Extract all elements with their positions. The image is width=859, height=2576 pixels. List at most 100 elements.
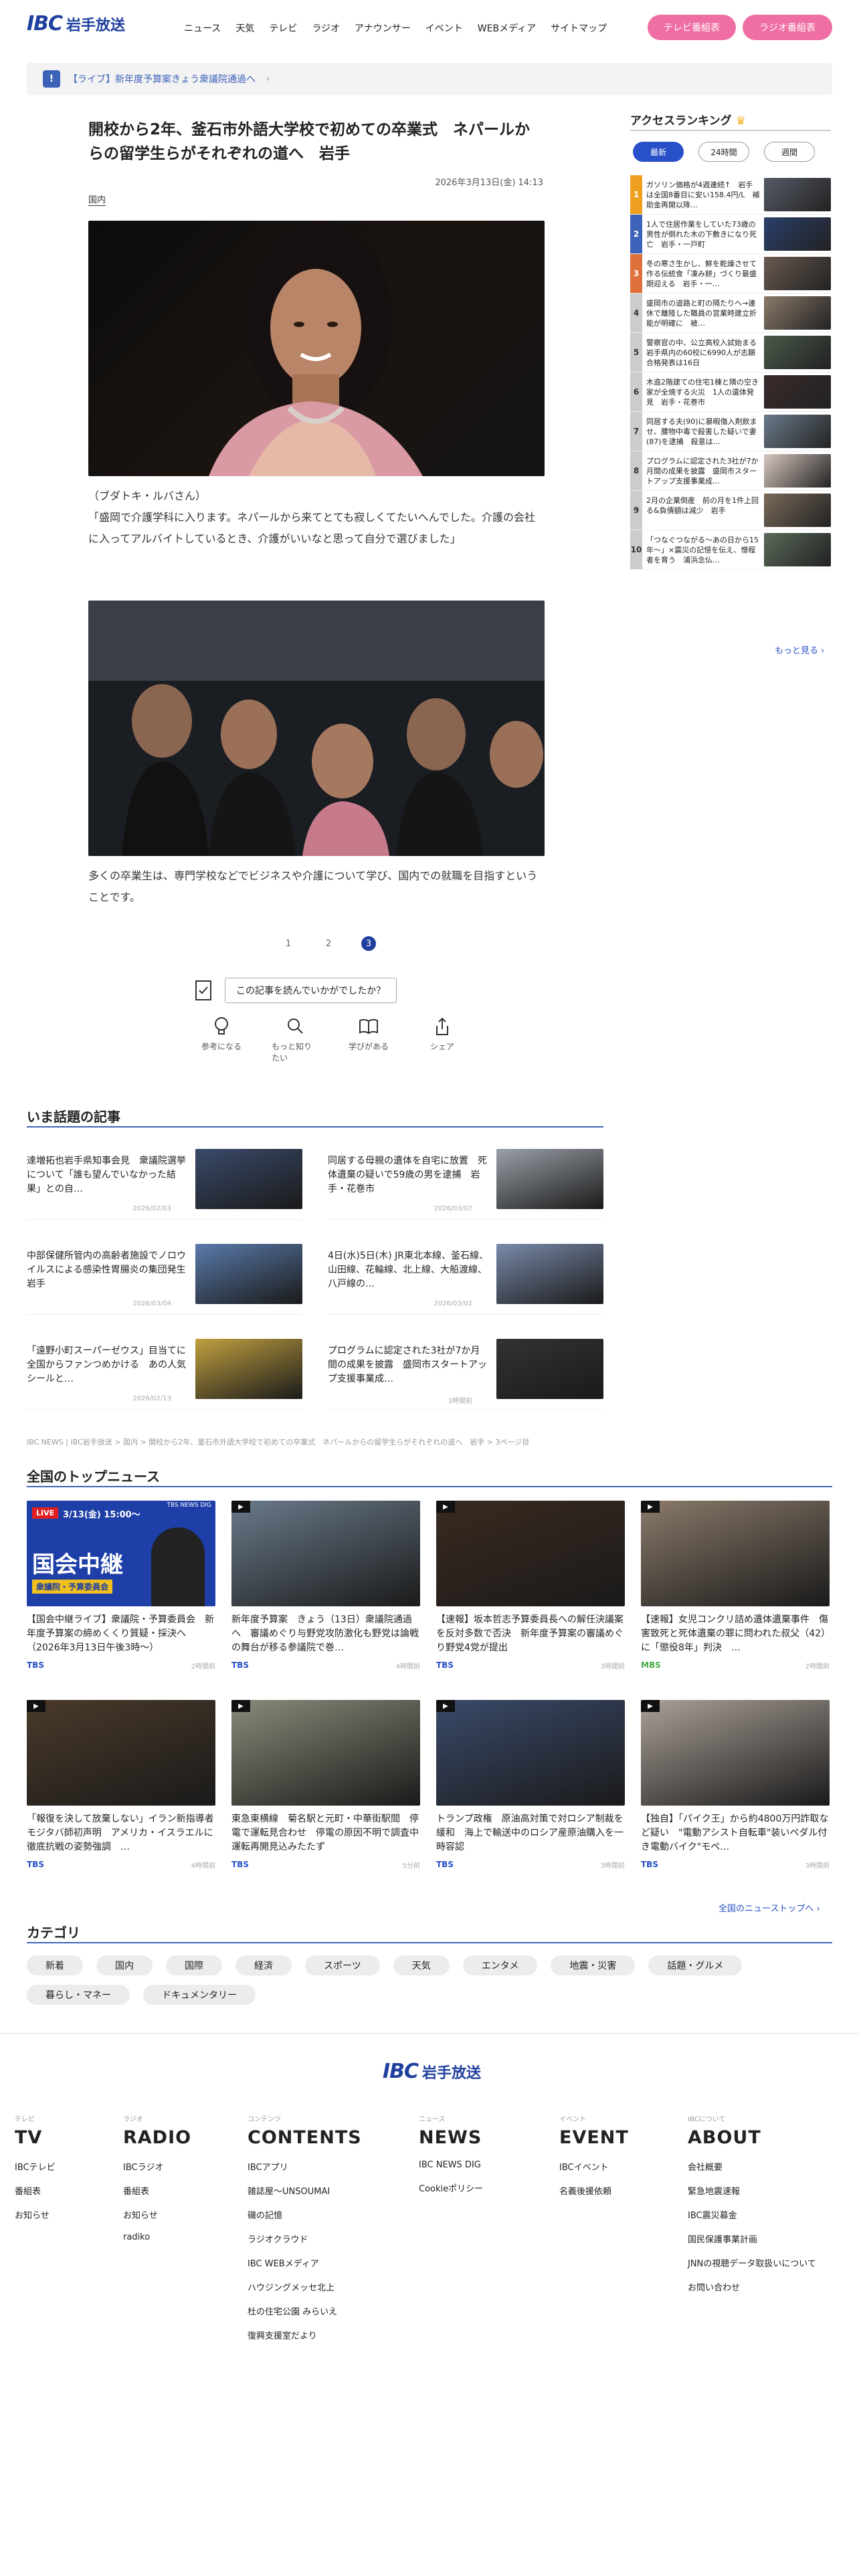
national-news-card[interactable]: ▶ 新年度予算案 きょう（13日）衆議院通過へ 審議めぐり与野党攻防激化も野党は論… xyxy=(231,1501,420,1671)
nav-webmedia[interactable]: WEBメディア xyxy=(478,21,536,35)
reaction-more-button[interactable]: もっと知りたい xyxy=(272,1016,318,1063)
nav-event[interactable]: イベント xyxy=(425,21,463,35)
footer-link[interactable]: 国民保護事業計画 xyxy=(688,2232,816,2245)
ranking-item[interactable]: 9 2月の企業倒産 前の月を1件上回る&負債額は減少 岩手 xyxy=(630,491,831,530)
live-banner[interactable]: ! 【ライブ】新年度予算案きょう衆議院通過へ › xyxy=(27,63,832,95)
footer-link[interactable]: 雑誌屋〜UNSOUMAI xyxy=(248,2184,362,2197)
share-button[interactable]: シェア xyxy=(419,1016,466,1063)
nav-weather[interactable]: 天気 xyxy=(235,21,254,35)
topic-item[interactable]: 「遠野小町スーパーゼウス」目当てに全国からファンつめかける あの人気シールと… 2… xyxy=(27,1339,302,1410)
radio-schedule-button[interactable]: ラジオ番組表 xyxy=(743,15,832,40)
ranking-item[interactable]: 4 盛岡市の道路と町の隔たりへ→連休で離陸した職員の営業時建立折能が明確に 被… xyxy=(630,294,831,333)
category-chip[interactable]: 話題・グルメ xyxy=(648,1955,743,1975)
national-news-card[interactable]: ▶ 【速報】坂本哲志予算委員長への解任決議案を反対多数で否決 新年度予算案の審議め… xyxy=(436,1501,625,1671)
topic-item[interactable]: 中部保健所管内の高齢者施設でノロウイルスによる感染性胃腸炎の集団発生 岩手 202… xyxy=(27,1244,302,1315)
tv-schedule-button[interactable]: テレビ番組表 xyxy=(648,15,736,40)
national-news-card[interactable]: ▶ 【速報】女児コンクリ詰め遺体遺棄事件 傷害致死と死体遺棄の罪に問われた叔父（4… xyxy=(641,1501,830,1671)
category-chip[interactable]: スポーツ xyxy=(305,1955,380,1975)
footer-link[interactable]: 名義後援依頼 xyxy=(559,2184,629,2197)
footer-link[interactable]: IBCアプリ xyxy=(248,2160,362,2173)
footer-link[interactable]: 磯の記憶 xyxy=(248,2208,362,2221)
topic-item[interactable]: プログラムに認定された3社が7か月間の成果を披露 盛岡市スタートアップ支援事業成… xyxy=(328,1339,603,1410)
footer-column-kana: コンテンツ xyxy=(248,2116,281,2123)
national-news-card[interactable]: ▶ 東急東横線 菊名駅と元町・中華街駅間 停電で運転見合わせ 停電の原因不明で調査… xyxy=(231,1700,420,1870)
footer-column-heading[interactable]: TV xyxy=(15,2127,56,2148)
national-news-card[interactable]: LIVE 3/13(金) 15:00〜 TBS NEWS DIG 国会中継 衆議… xyxy=(27,1501,215,1671)
footer-link[interactable]: 杜の住宅公園 みらいえ xyxy=(248,2304,362,2317)
reaction-learn-button[interactable]: 学びがある xyxy=(345,1016,392,1063)
national-news-card[interactable]: ▶ トランプ政権 原油高対策で対ロシア制裁を緩和 海上で輸送中のロシア産原油購入を… xyxy=(436,1700,625,1870)
footer-logo[interactable]: IBC 岩手放送 xyxy=(383,2060,481,2083)
footer-column-heading[interactable]: CONTENTS xyxy=(248,2127,362,2148)
footer-link[interactable]: IBC WEBメディア xyxy=(248,2256,362,2269)
article-caption-2: 多くの卒業生は、専門学校などでビジネスや介護について学び、国内での就職を目指すと… xyxy=(88,869,538,903)
ranking-item[interactable]: 8 プログラムに認定された3社が7か月間の成果を披露 盛岡市スタートアップ支援事業… xyxy=(630,451,831,491)
breadcrumb[interactable]: IBC NEWS | IBC岩手放送 > 国内 > 開校から2年、釜石市外語大学… xyxy=(27,1436,629,1447)
footer-link[interactable]: IBCイベント xyxy=(559,2160,629,2173)
footer-column-heading[interactable]: ABOUT xyxy=(688,2127,816,2148)
tab-latest[interactable]: 最新 xyxy=(633,142,684,162)
ranking-item[interactable]: 7 同居する夫(90)に暴暇傷入剤飲ませ、腰物中毒で殺害した疑いで妻(87)を逮捕… xyxy=(630,412,831,451)
footer-column-heading[interactable]: NEWS xyxy=(419,2127,483,2148)
footer-link[interactable]: 緊急地震速報 xyxy=(688,2184,816,2197)
ranking-item[interactable]: 10 「つなぐつながる〜あの日から15年〜」×震災の記憶を伝え、憎程者を育う 浦浜… xyxy=(630,530,831,570)
footer-column-heading[interactable]: RADIO xyxy=(123,2127,191,2148)
footer-link[interactable]: IBC震災募金 xyxy=(688,2208,816,2221)
footer-link[interactable]: radiko xyxy=(123,2232,191,2242)
category-chip[interactable]: 経済 xyxy=(235,1955,292,1975)
tab-weekly[interactable]: 週間 xyxy=(764,142,815,162)
topic-item[interactable]: 同居する母親の遺体を自宅に放置 死体遺棄の疑いで59歳の男を逮捕 岩手・花巻市 2… xyxy=(328,1149,603,1220)
nav-tv[interactable]: テレビ xyxy=(269,21,297,35)
live-badge: LIVE xyxy=(32,1507,59,1519)
site-logo[interactable]: IBC 岩手放送 xyxy=(27,12,125,35)
reaction-helpful-button[interactable]: 参考になる xyxy=(198,1016,245,1063)
footer-link[interactable]: ハウジングメッセ北上 xyxy=(248,2280,362,2293)
category-chip[interactable]: ドキュメンタリー xyxy=(143,1985,256,2005)
footer-link[interactable]: 会社概要 xyxy=(688,2160,816,2173)
video-play-icon: ▶ xyxy=(436,1501,455,1513)
tab-24h[interactable]: 24時間 xyxy=(698,142,749,162)
footer-link[interactable]: Cookieポリシー xyxy=(419,2181,483,2194)
nav-news[interactable]: ニュース xyxy=(184,21,221,35)
national-news-card[interactable]: ▶ 【独自】「パイク王」から約4800万円詐取など疑い "電動アシスト自転車"装い… xyxy=(641,1700,830,1870)
ranking-more-link[interactable]: もっと見る › xyxy=(775,643,824,656)
national-news-card[interactable]: ▶ 「報復を決して放棄しない」イラン新指導者モジタバ師初声明 アメリカ・イスラエル… xyxy=(27,1700,215,1870)
footer-column-heading[interactable]: EVENT xyxy=(559,2127,629,2148)
footer-link[interactable]: ラジオクラウド xyxy=(248,2232,362,2245)
ranking-item[interactable]: 3 冬の寒さ生かし、鮮を乾燥させて作る伝統食「凍み餅」づくり最盛期迎える 岩手・一… xyxy=(630,254,831,294)
article-category-tag[interactable]: 国内 xyxy=(88,193,106,206)
category-chip[interactable]: 国内 xyxy=(96,1955,153,1975)
footer-link[interactable]: 番組表 xyxy=(15,2184,56,2197)
category-chip[interactable]: 国際 xyxy=(166,1955,222,1975)
footer-link[interactable]: IBCラジオ xyxy=(123,2160,191,2173)
category-chip[interactable]: 天気 xyxy=(393,1955,450,1975)
page-3-current[interactable]: 3 xyxy=(361,936,376,951)
news-thumbnail: ▶ xyxy=(27,1700,215,1806)
page-1[interactable]: 1 xyxy=(281,936,296,951)
news-title: トランプ政権 原油高対策で対ロシア制裁を緩和 海上で輸送中のロシア産原油購入を一… xyxy=(436,1814,624,1852)
footer-link[interactable]: 番組表 xyxy=(123,2184,191,2197)
topic-item[interactable]: 4日(水)5日(木) JR東北本線、釜石線、山田線、花輪線、北上線、大船渡線、八… xyxy=(328,1244,603,1315)
page-2[interactable]: 2 xyxy=(321,936,336,951)
footer-link[interactable]: JNNの視聴データ取扱いについて xyxy=(688,2256,816,2269)
nav-radio[interactable]: ラジオ xyxy=(312,21,340,35)
nav-announcer[interactable]: アナウンサー xyxy=(355,21,411,35)
ranking-item[interactable]: 5 警察官の中、公立高校入試始まる 岩手県内の60校に6990人が志願 合格発表は… xyxy=(630,333,831,372)
footer-link[interactable]: 復興支援室だより xyxy=(248,2329,362,2341)
ranking-item[interactable]: 6 木造2階建ての住宅1棟と隣の空き家が全焼する火災 1人の遺体発見 岩手・花巻市 xyxy=(630,372,831,412)
ranking-item[interactable]: 2 1人で住居作業をしていた73歳の男性が倒れた木の下敷きになり死亡 岩手・一戸町 xyxy=(630,215,831,254)
category-chip[interactable]: 地震・災害 xyxy=(551,1955,636,1975)
footer-link[interactable]: お知らせ xyxy=(123,2208,191,2221)
topic-item[interactable]: 達増拓也岩手県知事会見 衆議院選挙について「誰も望んでいなかった結果」との自… 2… xyxy=(27,1149,302,1220)
footer-column-kana: イベント xyxy=(559,2116,586,2123)
ranking-item[interactable]: 1 ガソリン価格が4週連続↑ 岩手は全国8番目に安い158.4円/L 補助金再開以… xyxy=(630,175,831,215)
national-more-link[interactable]: 全国のニューストップへ › xyxy=(719,1901,820,1914)
nav-sitemap[interactable]: サイトマップ xyxy=(551,21,607,35)
footer-link[interactable]: お問い合わせ xyxy=(688,2280,816,2293)
category-chip[interactable]: エンタメ xyxy=(462,1955,538,1975)
footer-link[interactable]: IBC NEWS DIG xyxy=(419,2160,483,2170)
category-chip[interactable]: 新着 xyxy=(27,1955,83,1975)
footer-link[interactable]: お知らせ xyxy=(15,2208,56,2221)
category-chip[interactable]: 暮らし・マネー xyxy=(27,1985,130,2005)
footer-link[interactable]: IBCテレビ xyxy=(15,2160,56,2173)
